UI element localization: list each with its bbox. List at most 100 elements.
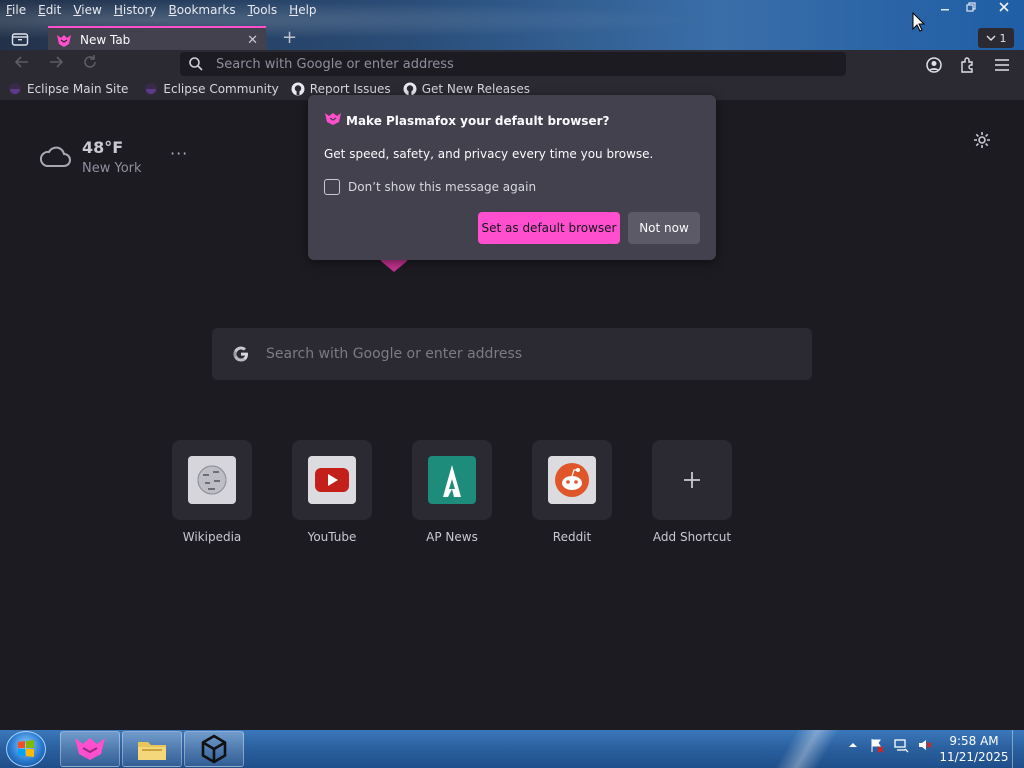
menu-edit[interactable]: Edit	[32, 0, 67, 20]
google-icon	[229, 342, 253, 366]
search-box[interactable]	[212, 328, 812, 380]
start-button[interactable]	[6, 731, 46, 767]
show-desktop-button[interactable]	[1012, 730, 1024, 768]
apnews-icon	[428, 456, 476, 504]
windows-logo-icon	[18, 740, 34, 757]
shortcut-tile[interactable]	[532, 440, 612, 520]
system-clock[interactable]: 9:58 AM 11/21/2025	[938, 733, 1010, 765]
youtube-icon	[308, 456, 356, 504]
reddit-icon	[548, 456, 596, 504]
close-tab-icon[interactable]: ✕	[247, 33, 258, 48]
bookmark-get-new-releases[interactable]: Get New Releases	[403, 82, 530, 96]
weather-city: New York	[82, 161, 142, 176]
show-hidden-icons-icon[interactable]	[844, 736, 862, 754]
set-default-browser-button[interactable]: Set as default browser	[478, 212, 620, 244]
tab-list-icon	[11, 33, 29, 46]
add-shortcut-tile[interactable]	[652, 440, 732, 520]
menu-help[interactable]: Help	[283, 0, 322, 20]
address-bar[interactable]	[180, 52, 846, 76]
unity-icon	[201, 734, 227, 764]
reload-icon[interactable]	[80, 54, 100, 74]
shortcut-tile[interactable]	[412, 440, 492, 520]
wikipedia-icon	[188, 456, 236, 504]
volume-muted-icon[interactable]	[916, 736, 934, 754]
shortcut-tile[interactable]	[172, 440, 252, 520]
dont-show-again-checkbox[interactable]: Don’t show this message again	[324, 179, 536, 195]
address-input[interactable]	[216, 56, 816, 72]
shortcut-label: Add Shortcut	[652, 530, 732, 544]
hamburger-menu-icon[interactable]	[991, 54, 1013, 76]
navigation-toolbar	[0, 50, 1024, 78]
taskbar-file-explorer[interactable]	[122, 731, 182, 767]
tab-count: 1	[999, 31, 1007, 45]
weather-temperature: 48°F	[82, 138, 124, 157]
restore-icon[interactable]	[958, 0, 984, 18]
not-now-button[interactable]: Not now	[628, 212, 700, 244]
plasmafox-icon	[324, 111, 342, 130]
tab-list-button[interactable]	[6, 28, 34, 50]
close-window-icon[interactable]	[984, 0, 1024, 18]
system-tray	[844, 736, 940, 754]
gear-icon[interactable]	[972, 130, 992, 150]
tab-new-tab[interactable]: New Tab ✕	[48, 26, 266, 52]
folder-icon	[138, 742, 166, 760]
tab-strip: New Tab ✕ + 1	[0, 24, 1024, 52]
shortcut-youtube[interactable]: YouTube	[292, 440, 372, 544]
tab-overflow-button[interactable]: 1	[978, 28, 1014, 48]
shortcut-wikipedia[interactable]: Wikipedia	[172, 440, 252, 544]
plasmafox-icon	[56, 32, 72, 48]
github-icon	[291, 82, 305, 96]
taskbar-plasmafox[interactable]	[60, 731, 120, 767]
minimize-icon[interactable]	[932, 0, 958, 18]
top-sites: Wikipedia YouTube AP News Reddit Add Sho…	[172, 440, 772, 544]
taskbar-unity[interactable]	[184, 731, 244, 767]
menu-bar: File Edit View History Bookmarks Tools H…	[0, 0, 323, 20]
shortcut-reddit[interactable]: Reddit	[532, 440, 612, 544]
mouse-cursor-icon	[912, 11, 926, 32]
window-controls	[932, 0, 1024, 18]
shortcut-label: AP News	[426, 530, 478, 544]
default-browser-dialog: Make Plasmafox your default browser? Get…	[308, 95, 716, 260]
menu-tools[interactable]: Tools	[242, 0, 284, 20]
chevron-down-icon	[986, 35, 995, 41]
search-input[interactable]	[266, 346, 786, 362]
back-icon[interactable]	[12, 54, 32, 74]
bookmark-eclipse-main-site[interactable]: Eclipse Main Site	[8, 82, 128, 96]
dialog-title: Make Plasmafox your default browser?	[346, 113, 610, 128]
network-icon[interactable]	[892, 736, 910, 754]
menu-view[interactable]: View	[67, 0, 107, 20]
taskbar: 9:58 AM 11/21/2025	[0, 730, 1024, 768]
clock-time: 9:58 AM	[949, 734, 999, 748]
menu-bookmarks[interactable]: Bookmarks	[163, 0, 242, 20]
menu-history[interactable]: History	[108, 0, 163, 20]
action-center-flag-icon[interactable]	[868, 736, 886, 754]
window-titlebar: File Edit View History Bookmarks Tools H…	[0, 0, 1024, 52]
bookmark-eclipse-community[interactable]: Eclipse Community	[144, 82, 279, 96]
new-tab-button[interactable]: +	[282, 28, 297, 48]
shortcut-label: YouTube	[307, 530, 357, 544]
shortcut-label: Wikipedia	[182, 530, 242, 544]
dialog-message: Get speed, safety, and privacy every tim…	[324, 147, 654, 161]
plasmafox-icon	[75, 738, 105, 760]
eclipse-icon	[144, 82, 158, 96]
extensions-icon[interactable]	[957, 54, 979, 76]
checkbox-box[interactable]	[324, 179, 340, 195]
shortcut-label: Reddit	[552, 530, 592, 544]
bookmark-report-issues[interactable]: Report Issues	[291, 82, 391, 96]
checkbox-label: Don’t show this message again	[348, 180, 537, 194]
eclipse-icon	[8, 82, 22, 96]
shortcut-tile[interactable]	[292, 440, 372, 520]
forward-icon[interactable]	[46, 54, 66, 74]
search-icon	[189, 57, 203, 71]
cloud-icon	[39, 146, 71, 167]
shortcut-add[interactable]: Add Shortcut	[652, 440, 732, 544]
weather-more-button[interactable]: ···	[170, 144, 188, 163]
menu-file[interactable]: File	[0, 0, 32, 20]
clock-date: 11/21/2025	[939, 750, 1009, 764]
plus-icon	[684, 472, 700, 488]
weather-widget[interactable]: 48°F New York	[38, 138, 142, 176]
github-icon	[403, 82, 417, 96]
shortcut-ap-news[interactable]: AP News	[412, 440, 492, 544]
account-icon[interactable]	[923, 54, 945, 76]
tab-title: New Tab	[80, 33, 131, 47]
